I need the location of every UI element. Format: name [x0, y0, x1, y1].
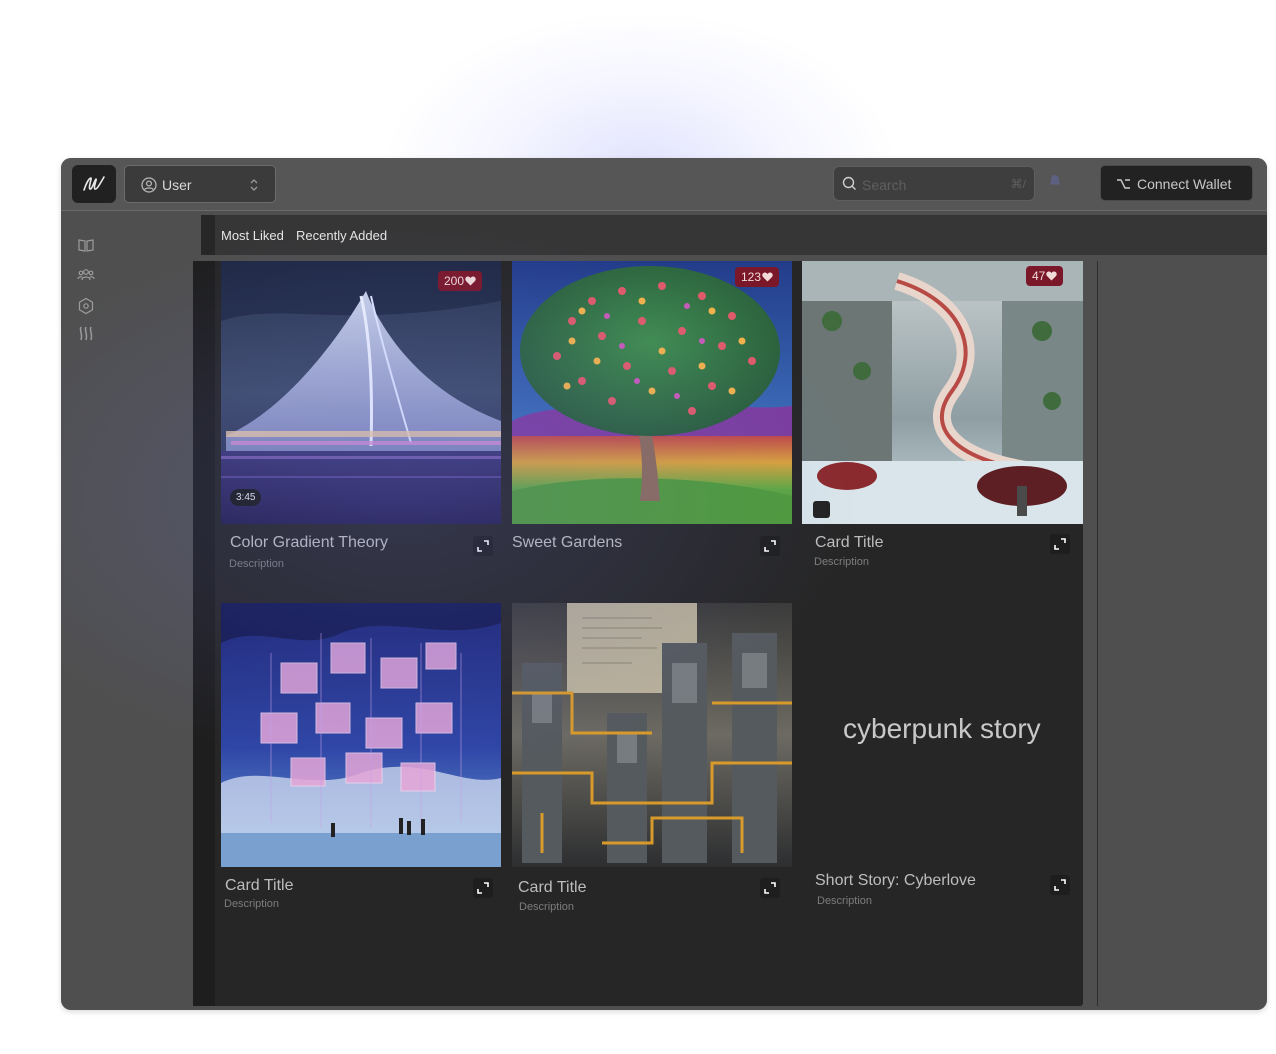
card-interior[interactable]: 47 Card Title Description [802, 261, 1083, 581]
book-icon[interactable] [77, 236, 95, 254]
option-key-icon [1116, 177, 1131, 193]
heart-icon [762, 272, 773, 282]
connect-wallet-button[interactable]: Connect Wallet [1100, 165, 1253, 201]
tab-most-liked[interactable]: Most Liked [221, 228, 284, 243]
card-image [221, 603, 501, 867]
user-label: User [162, 177, 192, 193]
card-image [512, 603, 792, 867]
card-sweet-gardens[interactable]: 123 Sweet Gardens [512, 261, 792, 581]
card-title: Card Title [815, 534, 884, 551]
expand-icon[interactable] [760, 536, 780, 556]
grid-edge [193, 261, 215, 1006]
likes-count: 200 [444, 274, 465, 288]
card-machinery[interactable]: Card Title Description [512, 603, 792, 923]
hexagon-icon[interactable] [77, 297, 95, 315]
likes-badge: 123 [735, 267, 780, 287]
tabs-bar: Most Liked Recently Added [201, 215, 1267, 255]
card-description: Description [229, 558, 285, 570]
card-image [802, 261, 1083, 524]
card-cubes[interactable]: Card Title Description [221, 603, 501, 923]
card-title: Color Gradient Theory [230, 534, 388, 551]
card-description: Description [814, 556, 870, 568]
card-description: Description [519, 901, 575, 913]
chevron-updown-icon [249, 177, 259, 198]
search-input[interactable] [860, 174, 994, 196]
card-short-story[interactable]: cyberpunk story Short Story: Cyberlove D… [802, 603, 1083, 923]
card-description: Description [817, 895, 873, 907]
logo-mark-icon [83, 176, 105, 191]
expand-icon[interactable] [760, 878, 780, 898]
card-title: Card Title [518, 879, 587, 896]
likes-count: 123 [741, 270, 762, 284]
users-icon[interactable] [77, 266, 95, 284]
likes-badge: 200 [438, 271, 483, 291]
search-box[interactable]: ⌘/ [833, 166, 1035, 201]
card-title: Sweet Gardens [512, 534, 623, 551]
tabs-edge [201, 215, 215, 255]
app-logo[interactable] [72, 165, 116, 203]
right-panel-divider [1097, 261, 1098, 1006]
tab-recently-added[interactable]: Recently Added [296, 228, 387, 243]
search-icon [842, 176, 857, 196]
likes-badge: 47 [1026, 266, 1064, 286]
card-description: Description [224, 898, 280, 910]
card-color-gradient-theory[interactable]: 200 3:45 Color Gradient Theory Descripti… [221, 261, 501, 581]
expand-icon[interactable] [1050, 534, 1070, 554]
heart-icon [1046, 271, 1058, 281]
select-checkbox[interactable] [813, 501, 830, 518]
expand-icon[interactable] [473, 536, 493, 556]
user-circle-icon [141, 177, 157, 198]
expand-icon[interactable] [473, 878, 493, 898]
heart-icon [465, 276, 476, 286]
flame-icon[interactable] [77, 325, 95, 343]
user-selector[interactable]: User [124, 165, 276, 203]
card-title: Short Story: Cyberlove [815, 872, 976, 889]
connect-wallet-label: Connect Wallet [1137, 176, 1232, 192]
story-preview-text: cyberpunk story [843, 713, 1041, 744]
search-shortcut: ⌘/ [1010, 177, 1026, 191]
card-image [221, 261, 501, 524]
card-image [512, 261, 792, 524]
app-window: User ⌘/ Connect Wallet [61, 158, 1267, 1010]
card-title: Card Title [225, 877, 294, 894]
notification-icon[interactable] [1049, 173, 1061, 192]
expand-icon[interactable] [1050, 875, 1070, 895]
video-duration: 3:45 [230, 489, 262, 506]
top-bar: User ⌘/ Connect Wallet [61, 158, 1267, 211]
card-grid: 200 3:45 Color Gradient Theory Descripti… [193, 261, 1083, 1006]
likes-count: 47 [1032, 269, 1046, 283]
